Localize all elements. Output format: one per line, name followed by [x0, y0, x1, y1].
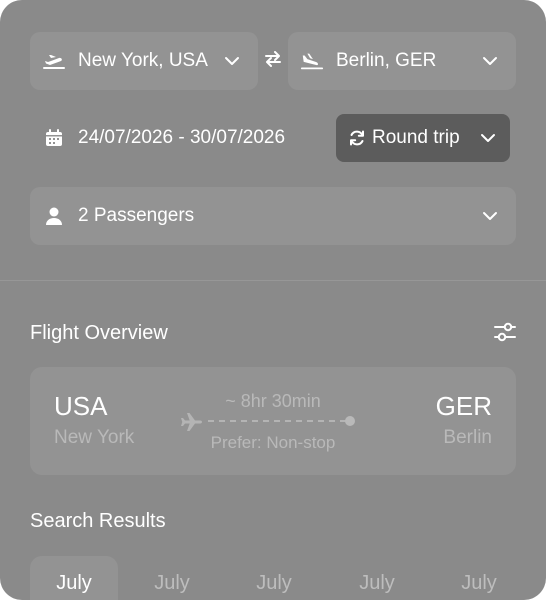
refresh-icon	[348, 129, 366, 147]
swap-button[interactable]	[261, 50, 285, 72]
passengers-select[interactable]: 2 Passengers	[30, 187, 516, 245]
section-divider	[0, 280, 546, 281]
sliders-icon	[493, 321, 517, 348]
origin-label: New York, USA	[78, 50, 208, 71]
chevron-down-icon	[222, 51, 242, 71]
date-range-label: 24/07/2026 - 30/07/2026	[78, 127, 286, 148]
destination-city: Berlin	[443, 427, 492, 448]
plane-icon	[180, 412, 204, 432]
passengers-label: 2 Passengers	[78, 205, 195, 226]
calendar-icon	[42, 126, 66, 150]
chevron-down-icon	[478, 128, 498, 148]
flight-overview-card: USA New York ~ 8hr 30min Prefer: Non-sto…	[30, 367, 516, 475]
destination-select[interactable]: Berlin, GER	[288, 32, 516, 90]
date-range-picker[interactable]: 24/07/2026 - 30/07/2026	[30, 109, 330, 167]
plane-landing-icon	[300, 49, 324, 73]
trip-type-select[interactable]: Round trip	[336, 114, 510, 162]
user-icon	[42, 204, 66, 228]
chevron-down-icon	[480, 51, 500, 71]
month-tab[interactable]: July	[435, 556, 523, 600]
flight-search-panel: New York, USA Berlin, GER 24/07/2026 - 3…	[0, 0, 546, 600]
trip-type-label: Round trip	[372, 127, 460, 148]
route-line	[208, 416, 355, 426]
month-tab[interactable]: July	[30, 556, 118, 600]
month-tab[interactable]: July	[128, 556, 216, 600]
month-tab[interactable]: July	[230, 556, 318, 600]
swap-arrows-icon	[263, 50, 283, 72]
plane-takeoff-icon	[42, 49, 66, 73]
destination-code: GER	[435, 391, 492, 421]
origin-select[interactable]: New York, USA	[30, 32, 258, 90]
filter-button[interactable]	[492, 322, 518, 346]
destination-label: Berlin, GER	[336, 50, 437, 71]
chevron-down-icon	[480, 206, 500, 226]
flight-overview-title: Flight Overview	[30, 322, 168, 344]
search-results-title: Search Results	[30, 510, 166, 532]
month-tab[interactable]: July	[333, 556, 421, 600]
